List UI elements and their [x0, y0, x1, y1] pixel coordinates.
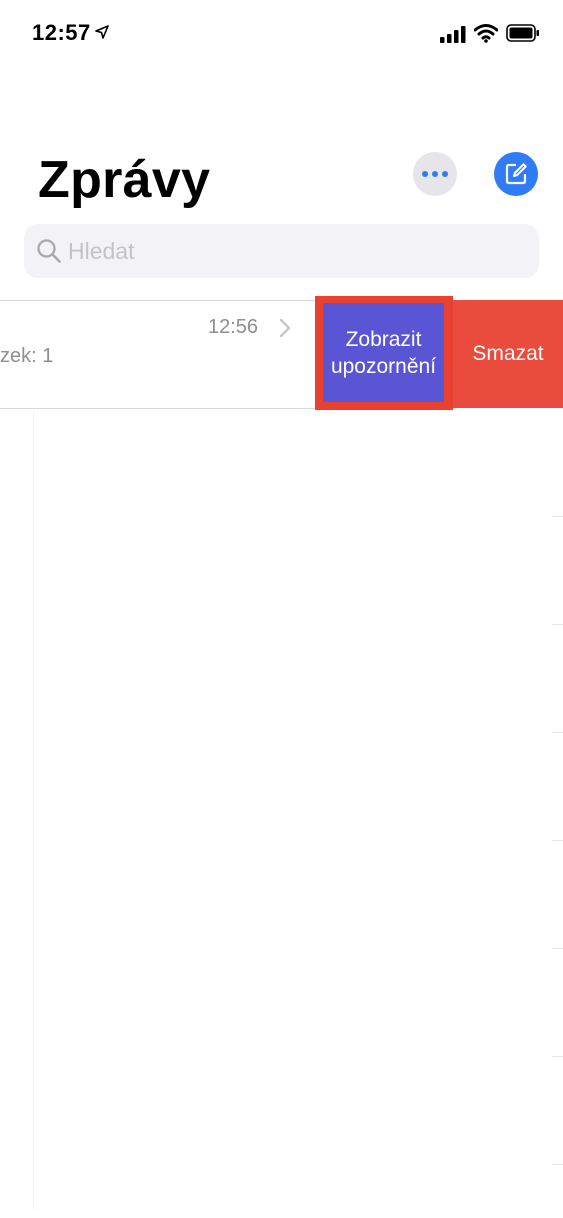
- delete-button[interactable]: Smazat: [453, 300, 563, 408]
- show-alerts-label-line2: upozornění: [330, 354, 437, 378]
- battery-icon: [506, 24, 539, 42]
- search-input[interactable]: [68, 234, 508, 268]
- list-separator: [552, 516, 563, 517]
- conversation-time: 12:56: [208, 316, 259, 338]
- chevron-right-icon: [279, 318, 291, 338]
- compose-button[interactable]: [494, 152, 538, 196]
- search-icon: [37, 239, 61, 263]
- compose-icon: [505, 163, 527, 185]
- cellular-signal-icon: [440, 26, 466, 43]
- page-title: Zprávy: [38, 151, 211, 209]
- list-edge: [33, 410, 34, 1210]
- search-bar[interactable]: [24, 224, 539, 278]
- ellipsis-icon: [422, 171, 448, 177]
- list-separator: [552, 624, 563, 625]
- delete-label: Smazat: [472, 342, 544, 365]
- show-alerts-button[interactable]: Zobrazit upozornění: [323, 303, 444, 402]
- wifi-icon: [474, 24, 498, 43]
- list-separator: [552, 1164, 563, 1165]
- location-arrow-icon: [95, 25, 109, 39]
- list-separator: [552, 840, 563, 841]
- list-separator: [552, 732, 563, 733]
- status-bar: 12:57: [0, 0, 563, 70]
- row-divider: [0, 408, 318, 409]
- conversation-preview[interactable]: zek: 1: [0, 345, 53, 368]
- show-alerts-label-line1: Zobrazit: [345, 327, 422, 351]
- status-time: 12:57: [32, 20, 91, 45]
- list-separator: [552, 1056, 563, 1057]
- list-separator: [552, 948, 563, 949]
- more-options-button[interactable]: [413, 152, 457, 196]
